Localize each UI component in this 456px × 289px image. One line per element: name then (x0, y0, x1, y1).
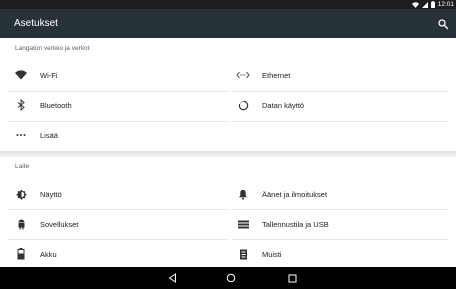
search-icon (438, 19, 449, 30)
home-button[interactable] (224, 271, 238, 285)
setting-ethernet[interactable]: Ethernet (236, 61, 290, 89)
status-icons: 12:01 (411, 0, 454, 9)
ethernet-icon (236, 71, 250, 79)
setting-memory[interactable]: Muisti (236, 240, 282, 268)
android-icon (18, 219, 24, 230)
battery-icon (430, 1, 435, 8)
section-header-wireless: Langaton verkko ja verkot (15, 45, 90, 52)
home-icon (226, 273, 236, 283)
setting-label: Äänet ja ilmoitukset (262, 189, 328, 199)
setting-bluetooth[interactable]: Bluetooth (14, 91, 72, 119)
setting-label: Tallennustila ja USB (262, 219, 329, 229)
setting-label: Akku (40, 249, 57, 259)
memory-icon (239, 249, 247, 259)
wifi-icon (15, 70, 27, 80)
wifi-icon (411, 1, 419, 8)
storage-icon (237, 220, 249, 228)
back-icon (168, 273, 176, 283)
data-usage-icon (238, 100, 248, 110)
setting-label: Datan käyttö (262, 100, 305, 110)
recents-button[interactable] (285, 271, 299, 285)
status-time: 12:01 (437, 1, 454, 8)
recents-icon (288, 274, 296, 282)
setting-label: Näyttö (40, 189, 62, 199)
divider (232, 121, 448, 122)
setting-apps[interactable]: Sovellukset (14, 210, 78, 238)
device-section: Laite Näyttö Äänet ja ilmoitukset Sovell… (0, 157, 456, 267)
bluetooth-icon (17, 99, 25, 111)
section-header-device: Laite (15, 163, 30, 170)
signal-icon (421, 1, 428, 8)
setting-more[interactable]: Lisää (14, 121, 58, 149)
wireless-section: Langaton verkko ja verkot Wi-Fi Ethernet… (0, 38, 456, 151)
setting-battery[interactable]: Akku (14, 240, 57, 268)
battery-icon (17, 248, 25, 260)
page-title: Asetukset (14, 18, 58, 29)
setting-label: Wi-Fi (40, 70, 58, 80)
status-bar: 12:01 (0, 0, 456, 9)
setting-label: Muisti (262, 249, 282, 259)
setting-display[interactable]: Näyttö (14, 180, 62, 208)
search-button[interactable] (437, 17, 449, 30)
setting-data-usage[interactable]: Datan käyttö (236, 91, 304, 119)
bell-icon (238, 189, 248, 200)
app-bar: Asetukset (0, 9, 456, 38)
setting-label: Lisää (40, 130, 58, 140)
setting-storage[interactable]: Tallennustila ja USB (236, 210, 329, 238)
brightness-icon (15, 188, 27, 200)
setting-sounds[interactable]: Äänet ja ilmoitukset (236, 180, 327, 208)
back-button[interactable] (165, 271, 179, 285)
setting-wifi[interactable]: Wi-Fi (14, 61, 58, 89)
setting-label: Bluetooth (40, 100, 72, 110)
navigation-bar (0, 267, 456, 289)
more-icon (16, 134, 26, 136)
setting-label: Sovellukset (40, 219, 79, 229)
setting-label: Ethernet (262, 70, 291, 80)
